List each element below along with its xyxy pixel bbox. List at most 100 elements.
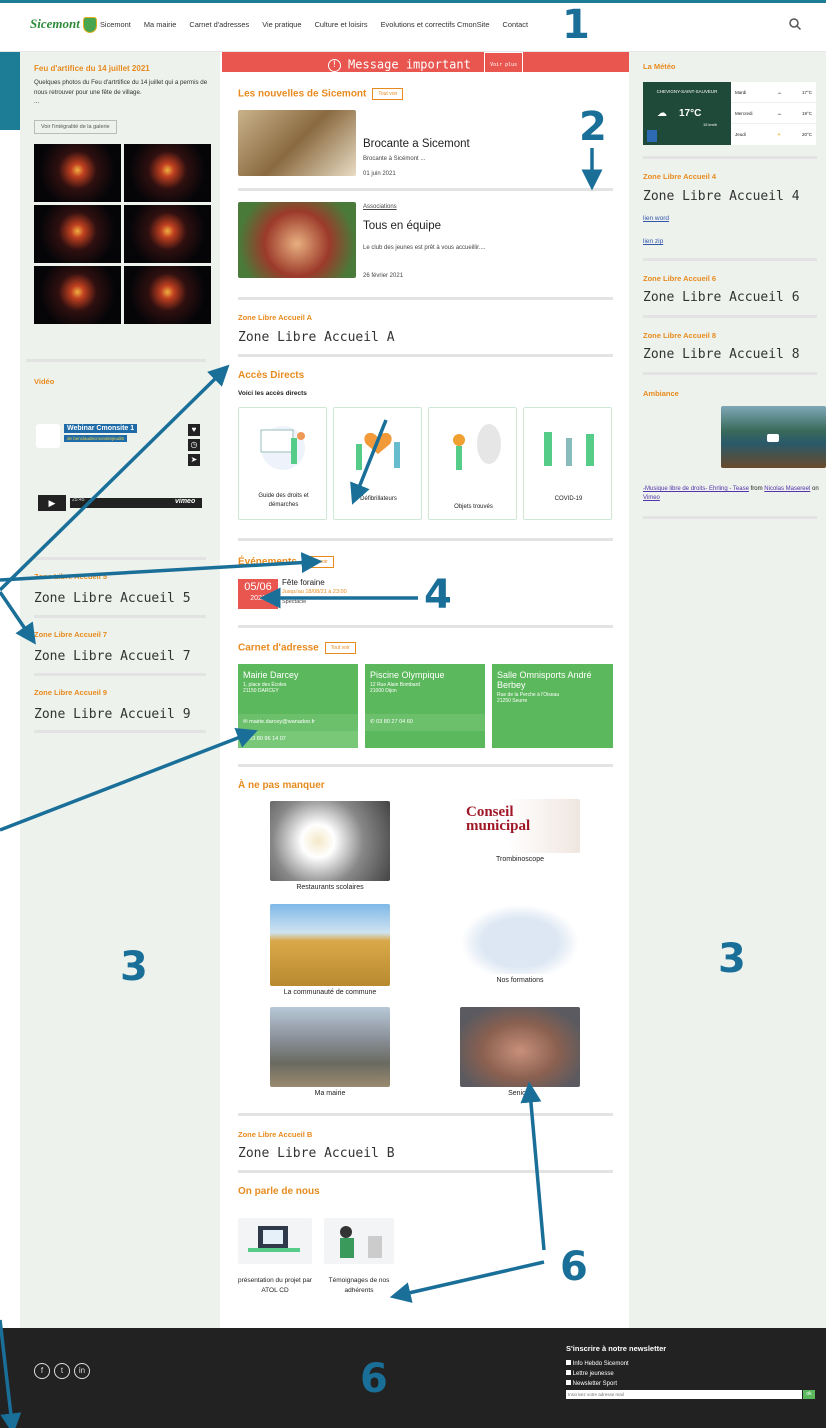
play-icon[interactable] — [767, 434, 779, 442]
nepas-photo-formations[interactable] — [460, 904, 580, 974]
nepas-label-mairie[interactable]: Ma mairie — [270, 1090, 390, 1097]
checkbox[interactable] — [566, 1360, 571, 1365]
forecast-day: Jeudi — [735, 132, 746, 137]
annotation-number: 6 — [560, 1244, 588, 1290]
site-header: Sicemont Sicemont Ma mairie Carnet d'adr… — [0, 0, 826, 52]
newsletter-option[interactable]: Lettre jeunesse — [566, 1369, 629, 1379]
newsletter-option[interactable]: Info Hebdo Sicemont — [566, 1359, 629, 1369]
forecast-row: Mercredi ☁ 19°C — [731, 103, 816, 124]
nav-item-ma-mairie[interactable]: Ma mairie — [144, 20, 176, 29]
author-link[interactable]: Nicolas Masereel — [764, 486, 810, 492]
news-photo-equipe[interactable] — [238, 202, 356, 278]
zone7-label: Zone Libre Accueil 7 — [34, 630, 108, 639]
divider — [643, 258, 817, 261]
nepas-photo-seniors[interactable] — [460, 1007, 580, 1087]
divider — [643, 156, 817, 159]
gallery-photo[interactable] — [34, 144, 121, 202]
checkbox[interactable] — [566, 1370, 571, 1375]
checkbox[interactable] — [566, 1380, 571, 1385]
objets-illustration — [453, 424, 501, 470]
newsletter-ok-button[interactable]: ok — [803, 1390, 815, 1399]
social-links: f t in — [34, 1360, 94, 1379]
nav-item-evolutions[interactable]: Evolutions et correctifs CmonSite — [381, 20, 490, 29]
nepas-photo-communaute[interactable] — [270, 904, 390, 986]
meteo-widget-main[interactable]: CHEVIGNY-SAINT-SAUVEUR ☁ 17°C 15 km/h — [643, 82, 731, 145]
nav-item-culture[interactable]: Culture et loisirs — [315, 20, 368, 29]
parle-label-atol[interactable]: présentation du projet par ATOL CD — [232, 1276, 318, 1296]
nav-item-sicemont[interactable]: Sicemont — [100, 20, 131, 29]
nepas-photo-trombinoscope[interactable]: Conseil municipal — [460, 799, 580, 853]
acces-card-defib[interactable]: Défibrillateurs — [333, 407, 422, 520]
site-logo[interactable]: Sicemont — [30, 16, 97, 34]
clock-icon[interactable]: ◷ — [188, 439, 200, 451]
acces-card-objets[interactable]: Objets trouvés — [428, 407, 517, 520]
news-tout-voir[interactable]: Tout voir — [372, 88, 404, 100]
forecast-day: Mardi — [735, 90, 747, 95]
nav-item-carnet[interactable]: Carnet d'adresses — [189, 20, 249, 29]
ambiance-title-link[interactable]: -Musique libre de droits- Ehrling - Teas… — [643, 486, 749, 492]
message-more-button[interactable]: Voir plus — [484, 52, 524, 78]
events-title: Événements Tout voir — [238, 556, 334, 568]
news-title-1[interactable]: Tous en équipe — [363, 220, 441, 232]
parle-label-temoignages[interactable]: Témoignages de nos adhérents — [318, 1276, 400, 1296]
ambiance-video-thumb[interactable] — [721, 406, 826, 468]
important-message-banner: ! Message important Voir plus — [222, 52, 629, 78]
twitter-icon[interactable]: t — [54, 1363, 70, 1379]
gallery-photo[interactable] — [34, 266, 121, 324]
facebook-icon[interactable]: f — [34, 1363, 50, 1379]
nepas-label-seniors[interactable]: Seniors — [460, 1090, 580, 1097]
acces-card-covid[interactable]: COVID-19 — [523, 407, 612, 520]
nepas-label-restaurants[interactable]: Restaurants scolaires — [270, 884, 390, 891]
vimeo-link[interactable]: Vimeo — [643, 495, 660, 501]
carnet-tel-row[interactable]: ✆ 03 80 96 14 07 — [238, 731, 358, 748]
parle-title: On parle de nous — [238, 1186, 320, 1197]
alert-icon: ! — [327, 58, 341, 72]
annotation-number: 1 — [562, 2, 590, 48]
gallery-photo[interactable] — [124, 205, 211, 263]
carnet-card-piscine[interactable]: Piscine Olympique 12 Rue Alain Bombard 2… — [365, 664, 485, 748]
gallery-photo[interactable] — [124, 266, 211, 324]
carnet-card-mairie[interactable]: Mairie Darcey 1, place des Écoles 21150 … — [238, 664, 358, 748]
vimeo-logo[interactable]: vimeo — [175, 498, 195, 505]
divider — [238, 1113, 613, 1116]
heart-icon[interactable]: ♥ — [188, 424, 200, 436]
newsletter-email-input[interactable] — [566, 1390, 802, 1399]
news-cat-1[interactable]: Associations — [363, 204, 397, 210]
parle-photo-atol[interactable] — [238, 1218, 312, 1264]
forecast-temp: 17°C — [801, 90, 812, 95]
nav-item-vie-pratique[interactable]: Vie pratique — [262, 20, 301, 29]
nepas-photo-mairie[interactable] — [270, 1007, 390, 1087]
important-message-text: Message important — [348, 57, 471, 72]
acces-card-guide[interactable]: Guide des droits et démarches — [238, 407, 327, 520]
share-icon[interactable]: ➤ — [188, 454, 200, 466]
news-title-0[interactable]: Brocante a Sicemont — [363, 138, 470, 150]
carnet-mail-row[interactable]: ✉ mairie.darcey@wanadoo.fr — [238, 714, 358, 731]
carnet-tel-row[interactable]: ✆ 03 80 27 04 60 — [365, 714, 485, 731]
news-photo-brocante[interactable] — [238, 110, 356, 176]
video-name[interactable]: Webinar Cmonsite 1 — [64, 424, 138, 433]
search-icon[interactable] — [788, 17, 802, 31]
gallery-photo[interactable] — [124, 144, 211, 202]
carnet-tout-voir[interactable]: Tout voir — [324, 642, 356, 654]
carnet-name: Salle Omnisports André Berbey — [497, 670, 592, 690]
newsletter-option[interactable]: Newsletter Sport — [566, 1379, 629, 1389]
nepas-label-trombinoscope[interactable]: Trombinoscope — [460, 856, 580, 863]
nav-item-contact[interactable]: Contact — [503, 20, 528, 29]
lien-word-link[interactable]: lien word — [643, 215, 669, 222]
gallery-photo[interactable] — [34, 205, 121, 263]
nepas-label-formations[interactable]: Nos formations — [460, 977, 580, 984]
gallery-button[interactable]: Voir l'intégralité de la galerie — [34, 120, 117, 134]
linkedin-icon[interactable]: in — [74, 1363, 90, 1379]
event-title[interactable]: Fête foraine — [282, 578, 325, 587]
parle-photo-temoignages[interactable] — [324, 1218, 394, 1264]
carnet-card-salle[interactable]: Salle Omnisports André Berbey Rue de la … — [492, 664, 613, 748]
nepas-label-communaute[interactable]: La communauté de commune — [260, 989, 400, 996]
on-text: on — [810, 486, 819, 492]
meteo-wind: 15 km/h — [703, 122, 718, 127]
news-title: Les nouvelles de Sicemont Tout voir — [238, 88, 404, 100]
lien-zip-link[interactable]: lien zip — [643, 238, 663, 245]
nepas-photo-restaurants[interactable] — [270, 801, 390, 881]
play-icon[interactable]: ▶ — [38, 495, 66, 511]
acces-label-guide: Guide des droits et démarches — [258, 493, 309, 508]
events-tout-voir[interactable]: Tout voir — [302, 556, 334, 568]
